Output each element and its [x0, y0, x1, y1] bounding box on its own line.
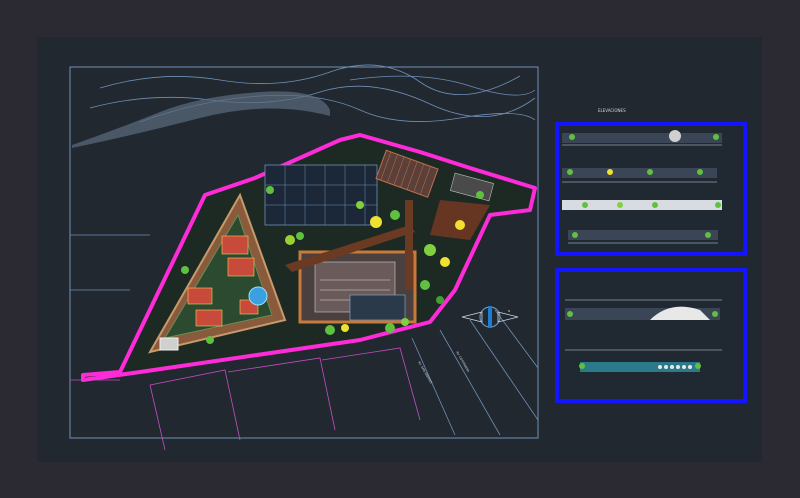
sheet-title: ELEVACIONES — [598, 108, 626, 113]
elevation-panel-bottom — [555, 268, 747, 403]
cliff-hatch — [72, 91, 330, 148]
elevation-panel-top: ELEVACIONES — [555, 108, 747, 256]
parking-grid — [264, 164, 378, 226]
cad-drawing: AV. SAN ANDRES AV. COSTANERA N ELEVACION… — [69, 64, 747, 451]
pool — [248, 286, 268, 306]
cafe-block — [349, 294, 406, 321]
street-label-1: AV. SAN ANDRES — [417, 361, 433, 385]
walkway-vertical — [405, 200, 413, 290]
north-arrow-label: N — [508, 309, 510, 313]
north-arrow: N — [461, 306, 519, 328]
kiosk — [159, 337, 179, 351]
